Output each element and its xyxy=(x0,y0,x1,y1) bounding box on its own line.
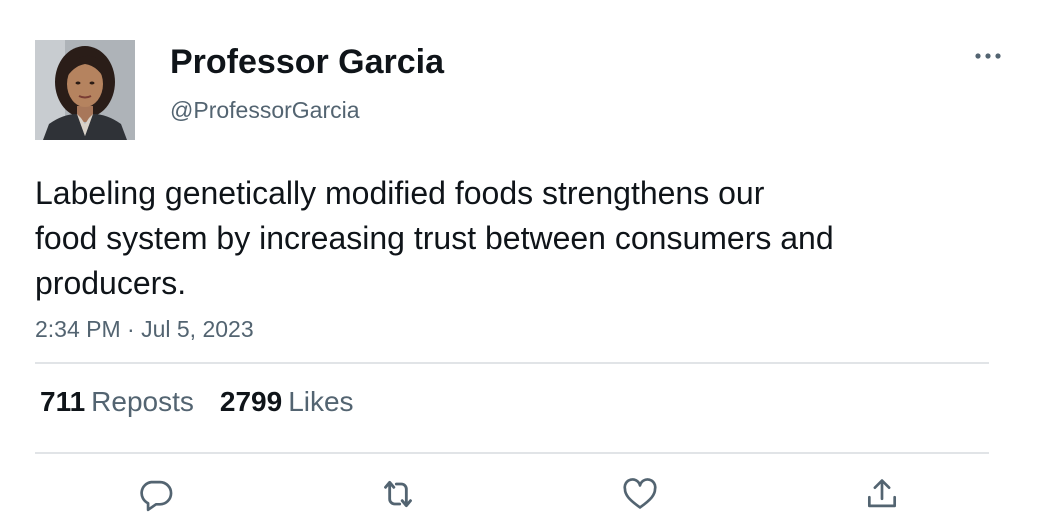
tweet-card: Professor Garcia @ProfessorGarcia Labeli… xyxy=(0,0,1050,525)
more-options-button[interactable] xyxy=(968,40,1008,72)
engagement-stats: 711 Reposts 2799 Likes xyxy=(40,386,380,418)
reply-icon xyxy=(140,480,173,512)
reply-button[interactable] xyxy=(134,472,178,516)
tweet-text-line: food system by increasing trust between … xyxy=(35,220,834,256)
divider xyxy=(35,452,989,454)
avatar-portrait-icon xyxy=(35,40,135,140)
repost-icon xyxy=(384,480,412,508)
reposts-stat[interactable]: 711 Reposts xyxy=(40,386,194,418)
likes-stat[interactable]: 2799 Likes xyxy=(220,386,354,418)
avatar[interactable] xyxy=(35,40,135,140)
divider xyxy=(35,362,989,364)
tweet-text: Labeling genetically modified foods stre… xyxy=(35,171,965,306)
tweet-text-line: producers. xyxy=(35,265,187,301)
reposts-count: 711 xyxy=(40,386,86,417)
likes-count: 2799 xyxy=(219,386,283,417)
repost-button[interactable] xyxy=(376,472,420,516)
author-display-name[interactable]: Professor Garcia xyxy=(170,43,444,82)
tweet-text-line: Labeling genetically modified foods stre… xyxy=(35,175,765,211)
more-horizontal-icon xyxy=(975,53,1001,59)
heart-icon xyxy=(623,478,657,509)
reposts-label: Reposts xyxy=(91,386,194,417)
share-button[interactable] xyxy=(860,472,904,516)
like-button[interactable] xyxy=(618,472,662,516)
tweet-timestamp[interactable]: 2:34 PM · Jul 5, 2023 xyxy=(35,316,254,343)
share-icon xyxy=(867,479,897,508)
likes-label: Likes xyxy=(288,386,354,417)
author-handle[interactable]: @ProfessorGarcia xyxy=(170,97,360,124)
